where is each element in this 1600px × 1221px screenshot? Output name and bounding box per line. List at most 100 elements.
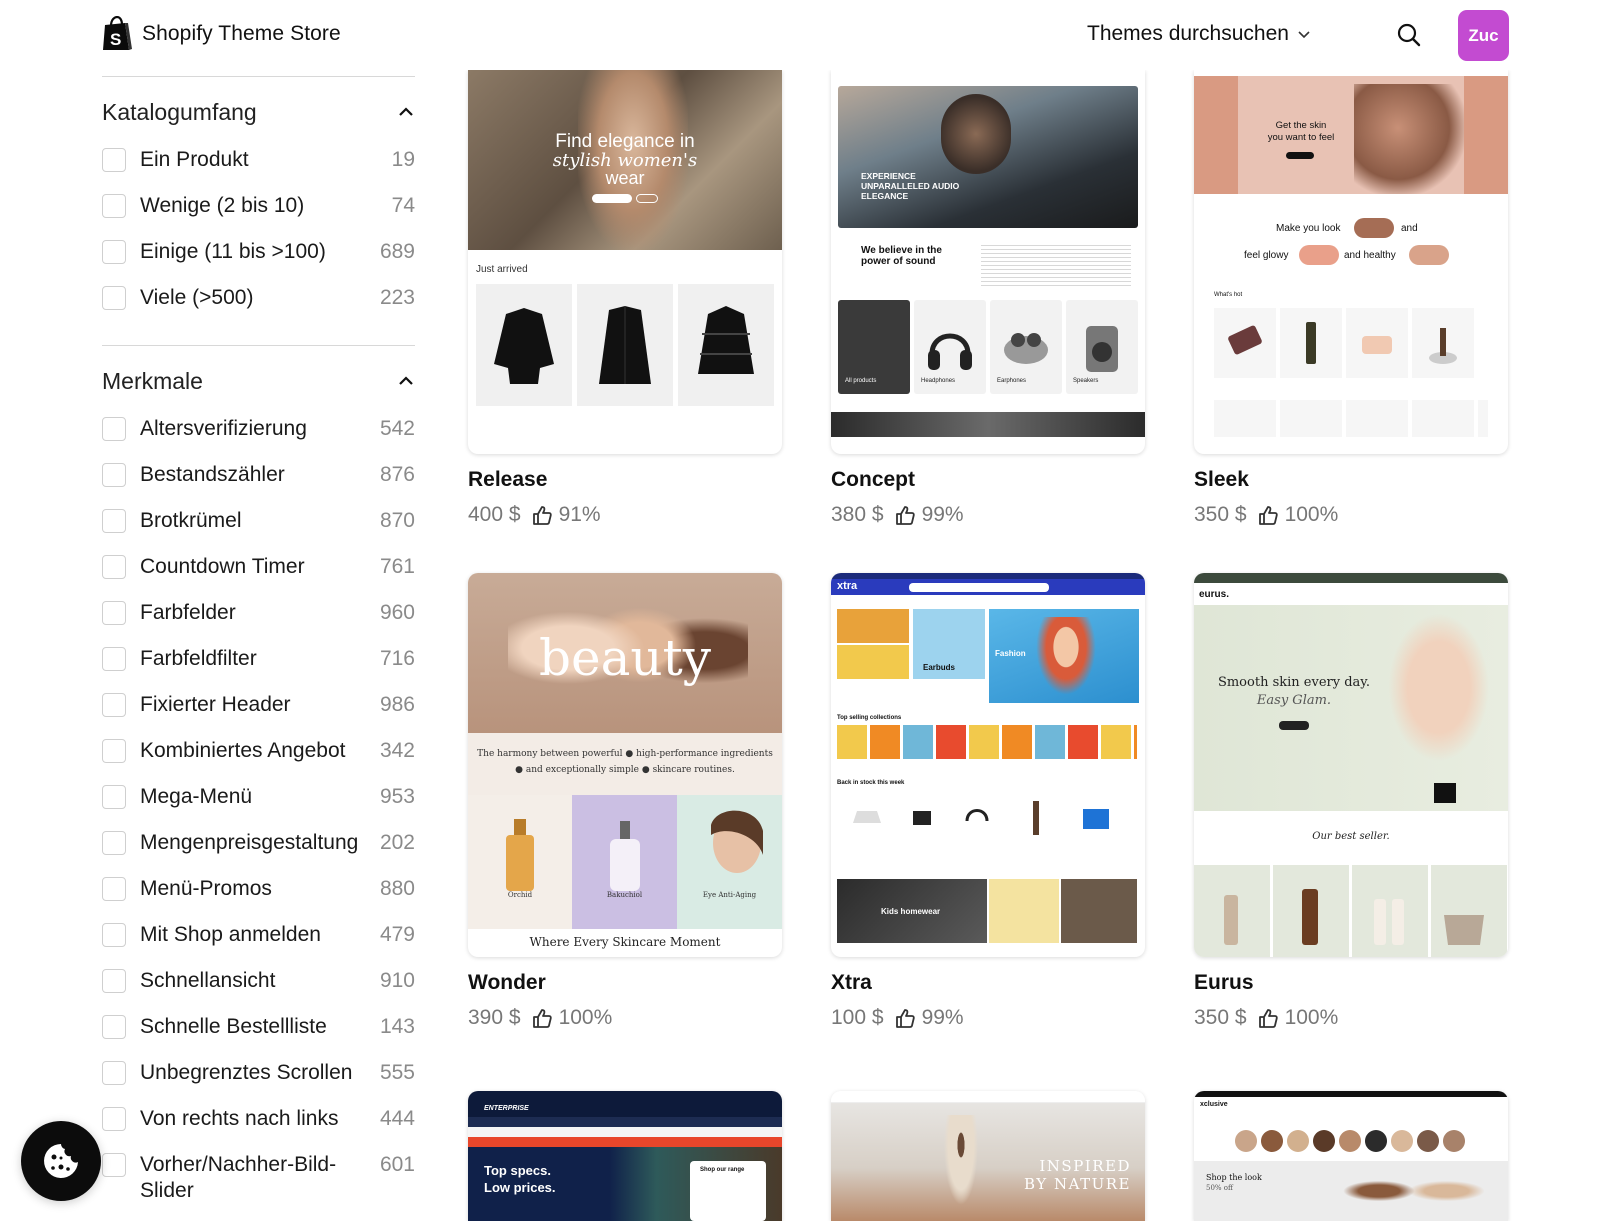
navbar — [468, 1091, 782, 1117]
theme-card-xtra[interactable]: xtra Earbuds Fashion Top selling collect… — [831, 573, 1145, 1030]
checkbox[interactable] — [102, 194, 126, 218]
checkbox[interactable] — [102, 1015, 126, 1039]
checkbox[interactable] — [102, 555, 126, 579]
filter-option[interactable]: Unbegrenztes Scrollen 555 — [102, 1060, 415, 1106]
filter-option[interactable]: Viele (>500) 223 — [102, 285, 415, 331]
filter-option[interactable]: Altersverifizierung 542 — [102, 416, 415, 462]
theme-preview-xtra[interactable]: xtra Earbuds Fashion Top selling collect… — [831, 573, 1145, 957]
section-title: Merkmale — [102, 367, 203, 394]
theme-name[interactable]: Release — [468, 468, 782, 492]
filter-option[interactable]: Von rechts nach links 444 — [102, 1106, 415, 1152]
tagline: and — [1401, 223, 1418, 234]
checkbox[interactable] — [102, 601, 126, 625]
tagline: power of sound — [861, 256, 936, 267]
dropper-bottle-icon — [610, 821, 640, 891]
info-bar — [468, 1127, 782, 1137]
filter-option[interactable]: Farbfeldfilter 716 — [102, 646, 415, 692]
product-tile — [1346, 308, 1408, 378]
section-toggle-katalogumfang[interactable]: Katalogumfang — [102, 77, 415, 147]
rating-value: 100% — [558, 1006, 613, 1029]
checkbox[interactable] — [102, 1061, 126, 1085]
filter-option[interactable]: Fixierter Header 986 — [102, 692, 415, 738]
hero-button — [1279, 721, 1309, 730]
theme-rating: 100% — [531, 1006, 613, 1030]
theme-card-enterprise[interactable]: ENTERPRISE Top specs. Low prices. Shop o… — [468, 1091, 782, 1221]
checkbox[interactable] — [102, 240, 126, 264]
theme-preview-nature[interactable]: INSPIRED BY NATURE — [831, 1091, 1145, 1221]
checkbox[interactable] — [102, 877, 126, 901]
theme-card-release[interactable]: Find elegance in stylish women's wear Ju… — [468, 70, 782, 527]
product-label: Orchid — [507, 891, 533, 899]
checkbox[interactable] — [102, 647, 126, 671]
filter-option[interactable]: Vorher/Nachher-Bild-Slider 601 — [102, 1152, 415, 1212]
puffer-jacket-icon — [698, 306, 754, 374]
checkbox[interactable] — [102, 417, 126, 441]
section-title: Katalogumfang — [102, 98, 257, 125]
filter-count: 143 — [379, 1015, 415, 1038]
hero-heading: EXPERIENCE UNPARALLELED AUDIO ELEGANCE — [861, 171, 960, 201]
checkbox[interactable] — [102, 785, 126, 809]
checkbox[interactable] — [102, 509, 126, 533]
filter-option[interactable]: Ein Produkt 19 — [102, 147, 415, 193]
promo-tile — [837, 645, 909, 679]
checkbox[interactable] — [102, 969, 126, 993]
tagline: and healthy — [1344, 250, 1396, 261]
checkbox[interactable] — [102, 148, 126, 172]
browse-themes-dropdown[interactable]: Themes durchsuchen — [1087, 22, 1311, 46]
theme-price: 100 $ — [831, 1006, 884, 1029]
filter-option[interactable]: Mit Shop anmelden 479 — [102, 922, 415, 968]
filter-option[interactable]: Farbfelder 960 — [102, 600, 415, 646]
theme-name[interactable]: Sleek — [1194, 468, 1508, 492]
topbar — [1194, 573, 1508, 583]
theme-card-nature[interactable]: INSPIRED BY NATURE — [831, 1091, 1145, 1221]
checkbox[interactable] — [102, 286, 126, 310]
theme-card-eurus[interactable]: eurus. Smooth skin every day. Easy Glam.… — [1194, 573, 1508, 1030]
filter-option[interactable]: Countdown Timer 761 — [102, 554, 415, 600]
filter-count: 716 — [379, 647, 415, 670]
theme-name[interactable]: Eurus — [1194, 971, 1508, 995]
search-icon[interactable] — [1394, 20, 1424, 50]
theme-preview-release[interactable]: Find elegance in stylish women's wear Ju… — [468, 70, 782, 454]
tile-label: All products — [845, 378, 877, 384]
theme-name[interactable]: Concept — [831, 468, 1145, 492]
filter-option[interactable]: Menü-Promos 880 — [102, 876, 415, 922]
theme-card-sleek[interactable]: Get the skin you want to feel Make you l… — [1194, 70, 1508, 527]
dropper-icon — [1429, 328, 1457, 364]
theme-card-wonder[interactable]: beauty The harmony between powerful ● hi… — [468, 573, 782, 1030]
filter-option[interactable]: Bestandszähler 876 — [102, 462, 415, 508]
filter-option[interactable]: Wenige (2 bis 10) 74 — [102, 193, 415, 239]
theme-preview-enterprise[interactable]: ENTERPRISE Top specs. Low prices. Shop o… — [468, 1091, 782, 1221]
cookie-settings-button[interactable] — [21, 1121, 101, 1201]
checkbox[interactable] — [102, 463, 126, 487]
checkbox[interactable] — [102, 1107, 126, 1131]
theme-card-concept[interactable]: EXPERIENCE UNPARALLELED AUDIO ELEGANCE W… — [831, 70, 1145, 527]
checkbox[interactable] — [102, 1153, 126, 1177]
checkbox[interactable] — [102, 693, 126, 717]
filter-option[interactable]: Brotkrümel 870 — [102, 508, 415, 554]
cookie-icon — [44, 1144, 78, 1178]
filter-label: Mengenpreisgestaltung — [140, 831, 359, 854]
filter-option[interactable]: Einige (11 bis >100) 689 — [102, 239, 415, 285]
checkbox[interactable] — [102, 923, 126, 947]
theme-preview-concept[interactable]: EXPERIENCE UNPARALLELED AUDIO ELEGANCE W… — [831, 70, 1145, 454]
theme-card-exclusive[interactable]: xclusive Shop the look 50% off — [1194, 1091, 1508, 1221]
checkbox[interactable] — [102, 739, 126, 763]
product-tile — [678, 284, 774, 406]
brand-link[interactable]: S Shopify Theme Store — [101, 16, 341, 52]
theme-preview-eurus[interactable]: eurus. Smooth skin every day. Easy Glam.… — [1194, 573, 1508, 957]
filter-label: Menü-Promos — [140, 877, 272, 900]
filter-option[interactable]: Schnelle Bestellliste 143 — [102, 1014, 415, 1060]
filter-option[interactable]: Mengenpreisgestaltung 202 — [102, 830, 415, 876]
theme-preview-wonder[interactable]: beauty The harmony between powerful ● hi… — [468, 573, 782, 957]
theme-preview-sleek[interactable]: Get the skin you want to feel Make you l… — [1194, 70, 1508, 454]
theme-name[interactable]: Wonder — [468, 971, 782, 995]
filter-option[interactable]: Schnellansicht 910 — [102, 968, 415, 1014]
theme-preview-exclusive[interactable]: xclusive Shop the look 50% off — [1194, 1091, 1508, 1221]
section-toggle-merkmale[interactable]: Merkmale — [102, 346, 415, 416]
hero-button — [592, 194, 632, 203]
theme-name[interactable]: Xtra — [831, 971, 1145, 995]
account-avatar[interactable]: Zuc — [1458, 10, 1509, 61]
checkbox[interactable] — [102, 831, 126, 855]
filter-option[interactable]: Mega-Menü 953 — [102, 784, 415, 830]
filter-option[interactable]: Kombiniertes Angebot 342 — [102, 738, 415, 784]
